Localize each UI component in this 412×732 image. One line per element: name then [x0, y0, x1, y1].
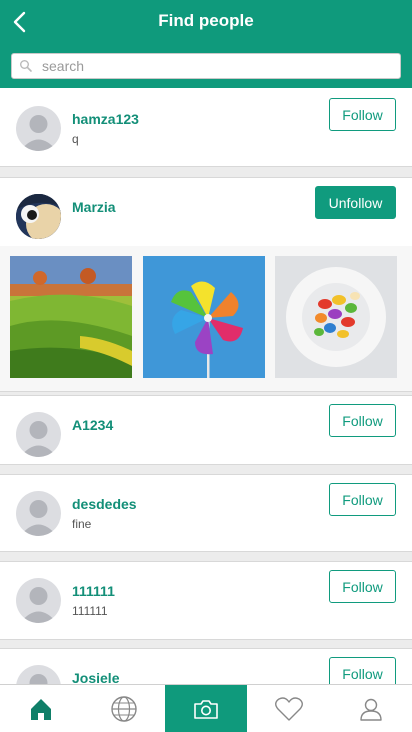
- search-icon: [20, 60, 32, 72]
- camera-icon: [194, 700, 218, 719]
- app-header: Find people: [0, 0, 412, 44]
- list-item: Josiele Follow: [0, 648, 412, 684]
- follow-button[interactable]: Follow: [329, 98, 396, 131]
- list-item: hamza123 q Follow: [0, 88, 412, 167]
- page-title: Find people: [158, 11, 254, 30]
- avatar[interactable]: [16, 578, 61, 623]
- hills-photo[interactable]: [10, 256, 132, 378]
- find-people-screen: Find people hamza123 q Follow: [0, 0, 412, 732]
- search-bar: [0, 44, 412, 88]
- photo-strip: [0, 246, 412, 392]
- nav-profile[interactable]: [330, 685, 412, 732]
- username[interactable]: A1234: [72, 417, 113, 433]
- username[interactable]: Marzia: [72, 199, 116, 215]
- avatar[interactable]: [16, 665, 61, 684]
- list-item: A1234 Follow: [0, 395, 412, 465]
- username[interactable]: 111111: [72, 583, 115, 599]
- default-avatar-icon: [20, 115, 57, 151]
- nav-home[interactable]: [0, 685, 82, 732]
- nav-favorites[interactable]: [247, 685, 330, 732]
- follow-button[interactable]: Follow: [329, 570, 396, 603]
- avatar[interactable]: [16, 412, 61, 457]
- nav-camera[interactable]: [165, 685, 247, 732]
- follow-button[interactable]: Follow: [329, 404, 396, 437]
- avatar[interactable]: [16, 194, 61, 239]
- user-subtitle: q: [72, 132, 79, 146]
- globe-icon: [110, 696, 137, 722]
- list-item: desdedes fine Follow: [0, 474, 412, 552]
- search-box[interactable]: [11, 53, 401, 79]
- user-subtitle: fine: [72, 517, 92, 531]
- home-icon: [31, 699, 51, 720]
- pinwheel-photo[interactable]: [143, 256, 265, 378]
- default-avatar-icon: [20, 587, 57, 623]
- username[interactable]: Josiele: [72, 670, 119, 684]
- search-input[interactable]: [42, 56, 392, 76]
- people-list[interactable]: hamza123 q Follow Marzia Unfollow A1234 …: [0, 88, 412, 684]
- profile-photo: [16, 194, 61, 239]
- bottom-nav: [0, 684, 412, 732]
- heart-icon: [274, 697, 303, 721]
- default-avatar-icon: [29, 674, 48, 684]
- avatar[interactable]: [16, 106, 61, 151]
- profile-icon: [360, 698, 382, 721]
- avatar[interactable]: [16, 491, 61, 536]
- unfollow-button[interactable]: Unfollow: [315, 186, 396, 219]
- default-avatar-icon: [20, 500, 57, 536]
- default-avatar-icon: [20, 421, 57, 457]
- follow-button[interactable]: Follow: [329, 483, 396, 516]
- username[interactable]: desdedes: [72, 496, 137, 512]
- list-item: 111111 111111 Follow: [0, 561, 412, 640]
- jellybeans-photo[interactable]: [275, 256, 397, 378]
- follow-button[interactable]: Follow: [329, 657, 396, 684]
- username[interactable]: hamza123: [72, 111, 139, 127]
- user-subtitle: 111111: [72, 604, 108, 618]
- nav-globe[interactable]: [82, 685, 165, 732]
